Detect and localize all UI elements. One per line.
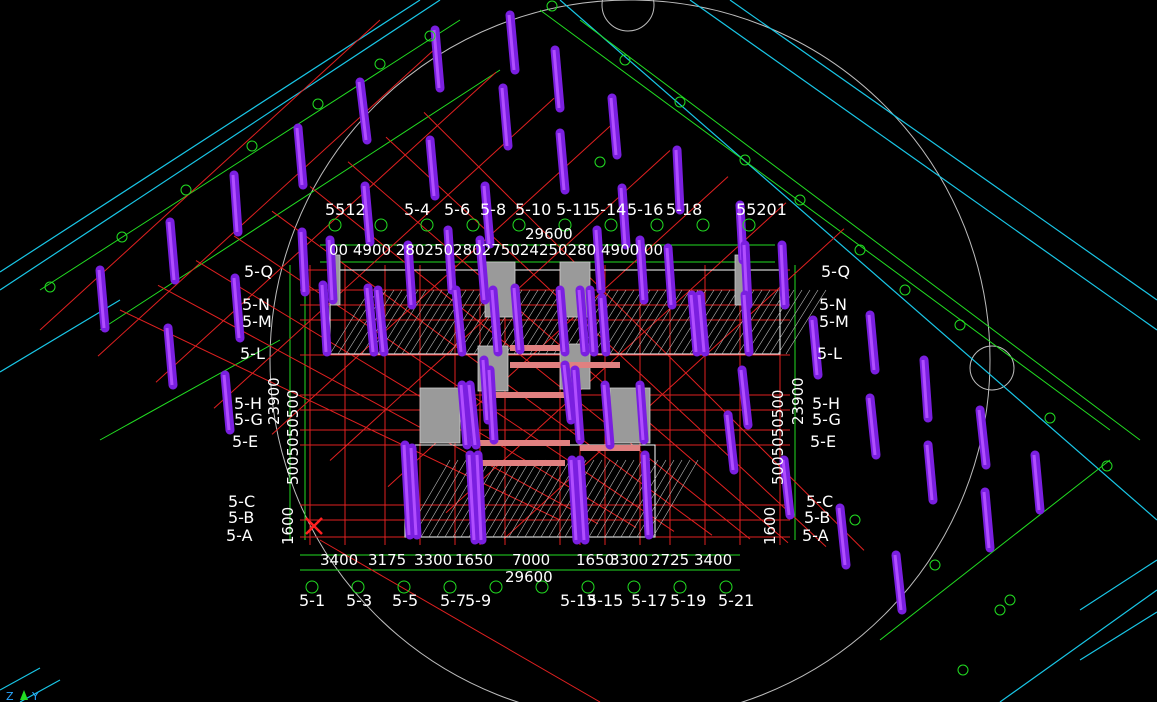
model-canvas[interactable]: 5512 5-4 5-6 5-8 5-10 5-11 5-14 5-16 5-1… (0, 0, 1157, 702)
top-label: 5-4 (404, 200, 430, 219)
axis-bubble (854, 244, 866, 256)
left-bottom-dim: 1600 (279, 507, 297, 545)
hatch-line (617, 289, 659, 355)
left-label: 5-E (232, 432, 258, 451)
axis-bubble (696, 218, 710, 232)
bottom-total-dim: 29600 (505, 568, 553, 586)
axis-bubble (489, 580, 503, 594)
axis-bubble (650, 218, 664, 232)
hatch-line (769, 289, 811, 355)
bottom-dim: 3300 (414, 551, 452, 569)
right-label: 5-G (812, 410, 841, 429)
top-label: 5-18 (666, 200, 702, 219)
wall-block (419, 387, 461, 444)
building-hatch-south (404, 444, 656, 538)
axis-bubble (512, 218, 526, 232)
bottom-label: 5-17 (631, 591, 667, 610)
top-label: 5-16 (627, 200, 663, 219)
right-total-dim: 23900 (789, 377, 807, 425)
axis-bubble (794, 194, 806, 206)
left-label: 5-B (228, 508, 254, 527)
right-segment-dims: 5005050500 (769, 390, 787, 485)
beam (490, 392, 570, 398)
hatch-line (417, 289, 459, 355)
small-circle-top (601, 0, 655, 32)
right-label: 5-L (817, 344, 842, 363)
bottom-dim: 3400 (320, 551, 358, 569)
axis-bubble (899, 284, 911, 296)
axis-bubble (466, 218, 480, 232)
bottom-axis-labels: 5-1 5-3 5-5 5-7 5-9 5-13 5-15 5-17 5-19 … (299, 591, 754, 610)
top-label: 5-10 (515, 200, 551, 219)
svg-text:Y: Y (31, 690, 39, 702)
bottom-dim: 7000 (512, 551, 550, 569)
svg-text:Z: Z (6, 690, 14, 702)
axis-bubble (420, 218, 434, 232)
axis-bubble (374, 58, 386, 70)
bottom-dim: 1650 (455, 551, 493, 569)
top-segment-dims: 00 4900 280250280275024250280 4900 00 (329, 241, 663, 259)
top-label: 5-14 (590, 200, 626, 219)
left-label: 5-G (234, 410, 263, 429)
axis-bubble (957, 664, 969, 676)
bottom-dim: 3400 (694, 551, 732, 569)
axis-bubble (1044, 412, 1056, 424)
hatch-line (521, 289, 563, 355)
axis-bubble (1004, 594, 1016, 606)
bottom-dim: 3300 (610, 551, 648, 569)
right-label: 5-B (804, 508, 830, 527)
axis-bubble (739, 154, 751, 166)
bottom-label: 5-19 (670, 591, 706, 610)
small-circle (969, 345, 1015, 391)
left-label: 5-Q (244, 262, 273, 281)
ucs-icon: Z Y (6, 690, 39, 702)
beam (470, 440, 570, 446)
axis-bubble (180, 184, 192, 196)
bottom-dim: 3175 (368, 551, 406, 569)
right-label: 5-E (810, 432, 836, 451)
bottom-dim: 1650 (576, 551, 614, 569)
top-label: 5512 (325, 200, 366, 219)
bottom-label: 5-5 (392, 591, 418, 610)
bottom-label: 5-15 (587, 591, 623, 610)
axis-bubble (594, 156, 606, 168)
right-bottom-dim: 1600 (761, 507, 779, 545)
axis-bubble (954, 319, 966, 331)
left-segment-dims: 5005050500 (284, 390, 302, 485)
top-label: 55201 (736, 200, 787, 219)
right-label: 5-M (819, 312, 849, 331)
left-label: 5-L (240, 344, 265, 363)
top-axis-labels: 5512 5-4 5-6 5-8 5-10 5-11 5-14 5-16 5-1… (325, 200, 787, 219)
axis-bubble (246, 140, 258, 152)
bottom-label: 5-21 (718, 591, 754, 610)
axis-bubble (374, 218, 388, 232)
top-label: 5-6 (444, 200, 470, 219)
bottom-label: 5-1 (299, 591, 325, 610)
dim-line (879, 459, 1111, 641)
left-total-dim: 23900 (265, 377, 283, 425)
right-label: 5-A (802, 526, 829, 545)
axis-bubble (312, 98, 324, 110)
top-label: 5-8 (480, 200, 506, 219)
axis-bubble (929, 559, 941, 571)
axis-bubble (546, 0, 558, 12)
cad-viewport[interactable]: 5512 5-4 5-6 5-8 5-10 5-11 5-14 5-16 5-1… (0, 0, 1157, 702)
left-label: 5-M (242, 312, 272, 331)
bottom-dim: 2725 (651, 551, 689, 569)
left-label: 5-A (226, 526, 253, 545)
right-label: 5-Q (821, 262, 850, 281)
beam (480, 460, 565, 466)
bottom-label: 5-9 (465, 591, 491, 610)
bottom-label: 5-7 (440, 591, 466, 610)
bottom-label: 5-3 (346, 591, 372, 610)
axis-bubble (849, 514, 861, 526)
top-label: 5-11 (556, 200, 592, 219)
axis-bubble (994, 604, 1006, 616)
axis-bubble (604, 218, 618, 232)
axis-bubble (328, 218, 342, 232)
